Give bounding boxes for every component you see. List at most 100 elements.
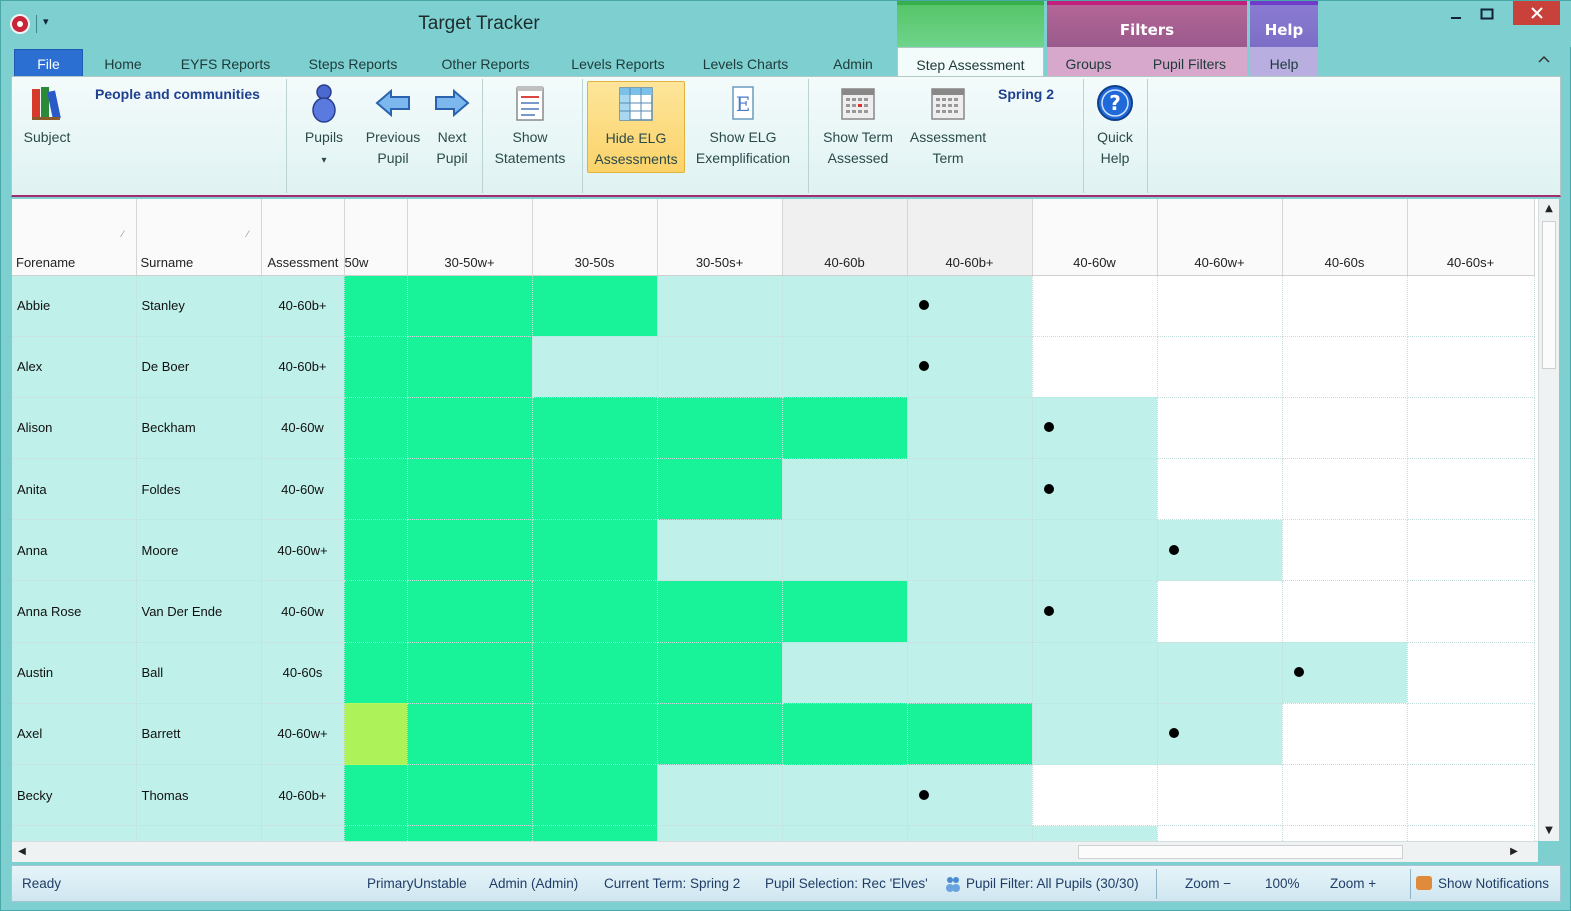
step-cell[interactable] [532, 703, 658, 766]
tab-step-assessment[interactable]: Step Assessment [897, 47, 1044, 77]
step-cell[interactable] [907, 336, 1033, 398]
step-cell[interactable] [907, 703, 1033, 766]
step-cell[interactable] [1407, 642, 1535, 704]
step-cell[interactable] [907, 580, 1033, 643]
column-header-step[interactable]: 40-60s [1282, 199, 1408, 276]
step-cell[interactable] [1032, 519, 1158, 582]
vertical-scroll-thumb[interactable] [1542, 221, 1556, 369]
column-header-step[interactable]: 40-60b [782, 199, 908, 276]
column-header-forename[interactable]: Forename ⁄ [12, 199, 137, 276]
step-cell[interactable] [1032, 764, 1158, 827]
step-cell[interactable] [344, 825, 408, 841]
step-cell[interactable] [1282, 458, 1408, 521]
tab-admin[interactable]: Admin [818, 47, 888, 77]
step-cell[interactable] [407, 825, 533, 841]
step-cell[interactable] [782, 703, 908, 766]
step-cell[interactable] [344, 275, 408, 337]
step-cell[interactable] [1282, 275, 1408, 337]
show-notifications-button[interactable]: Show Notifications [1438, 876, 1549, 891]
step-cell[interactable] [657, 825, 783, 841]
column-header-step[interactable]: 30-50w+ [407, 199, 533, 276]
column-header-assessment[interactable]: Assessment [261, 199, 345, 276]
table-row[interactable] [12, 825, 1535, 841]
scroll-left-icon[interactable]: ◀ [12, 842, 32, 862]
step-cell[interactable] [407, 336, 533, 398]
step-cell[interactable] [657, 397, 783, 460]
step-cell[interactable] [1032, 336, 1158, 398]
step-cell[interactable] [1032, 703, 1158, 766]
step-cell[interactable] [907, 825, 1033, 841]
app-logo-icon[interactable] [10, 14, 30, 34]
step-cell[interactable] [344, 336, 408, 398]
step-cell[interactable] [407, 642, 533, 704]
step-cell[interactable] [532, 642, 658, 704]
table-row[interactable]: Alison Beckham 40-60w [12, 397, 1535, 460]
quick-help-button[interactable]: ? Quick Help [1088, 81, 1142, 169]
column-header-step[interactable]: 50w [344, 199, 408, 276]
step-cell[interactable] [1282, 397, 1408, 460]
step-cell[interactable] [1407, 336, 1535, 398]
step-cell[interactable] [532, 275, 658, 337]
status-pupil-filter[interactable]: Pupil Filter: All Pupils (30/30) [966, 876, 1139, 891]
step-cell[interactable] [1407, 397, 1535, 460]
tab-levels-charts[interactable]: Levels Charts [693, 47, 798, 77]
step-cell[interactable] [1407, 764, 1535, 827]
column-header-step[interactable]: 40-60w+ [1157, 199, 1283, 276]
step-cell[interactable] [1407, 580, 1535, 643]
step-cell[interactable] [1282, 703, 1408, 766]
column-header-surname[interactable]: Surname ⁄ [136, 199, 262, 276]
step-cell[interactable] [1032, 458, 1158, 521]
step-cell[interactable] [657, 642, 783, 704]
step-cell[interactable] [407, 458, 533, 521]
step-cell[interactable] [907, 275, 1033, 337]
step-cell[interactable] [532, 519, 658, 582]
step-cell[interactable] [1157, 703, 1283, 766]
show-elg-exemplification-button[interactable]: E Show ELG Exemplification [691, 81, 795, 169]
step-cell[interactable] [1407, 275, 1535, 337]
scroll-up-icon[interactable]: ▲ [1539, 199, 1559, 219]
step-cell[interactable] [907, 458, 1033, 521]
previous-pupil-button[interactable]: Previous Pupil [361, 81, 425, 169]
step-cell[interactable] [407, 703, 533, 766]
step-cell[interactable] [782, 336, 908, 398]
horizontal-scrollbar[interactable]: ◀ ▶ [12, 841, 1538, 862]
step-cell[interactable] [782, 397, 908, 460]
step-cell[interactable] [407, 580, 533, 643]
step-cell[interactable] [344, 703, 408, 766]
step-cell[interactable] [1407, 703, 1535, 766]
quick-access-dropdown-icon[interactable]: ▾ [43, 15, 49, 28]
next-pupil-button[interactable]: Next Pupil [428, 81, 476, 169]
step-cell[interactable] [657, 703, 783, 766]
step-cell[interactable] [1157, 275, 1283, 337]
step-cell[interactable] [1282, 336, 1408, 398]
step-cell[interactable] [344, 519, 408, 582]
table-row[interactable]: Abbie Stanley 40-60b+ [12, 275, 1535, 337]
pupils-dropdown-button[interactable]: Pupils ▾ [299, 81, 349, 171]
step-cell[interactable] [344, 458, 408, 521]
column-header-step[interactable]: 30-50s [532, 199, 658, 276]
table-row[interactable]: Anna Rose Van Der Ende 40-60w [12, 580, 1535, 643]
step-cell[interactable] [782, 458, 908, 521]
step-cell[interactable] [657, 275, 783, 337]
column-header-step[interactable]: 40-60w [1032, 199, 1158, 276]
step-cell[interactable] [1282, 764, 1408, 827]
step-cell[interactable] [532, 397, 658, 460]
step-cell[interactable] [1157, 336, 1283, 398]
step-cell[interactable] [1157, 519, 1283, 582]
step-cell[interactable] [782, 580, 908, 643]
assessment-term-button[interactable]: Assessment Term [907, 81, 989, 169]
step-cell[interactable] [407, 764, 533, 827]
vertical-scrollbar[interactable]: ▲ ▼ [1538, 199, 1559, 841]
step-cell[interactable] [782, 275, 908, 337]
step-cell[interactable] [1157, 642, 1283, 704]
step-cell[interactable] [657, 519, 783, 582]
step-cell[interactable] [1032, 397, 1158, 460]
table-row[interactable]: Austin Ball 40-60s [12, 642, 1535, 704]
column-header-step[interactable]: 30-50s+ [657, 199, 783, 276]
step-cell[interactable] [532, 336, 658, 398]
step-cell[interactable] [1282, 642, 1408, 704]
step-cell[interactable] [657, 764, 783, 827]
step-cell[interactable] [1032, 580, 1158, 643]
table-row[interactable]: Axel Barrett 40-60w+ [12, 703, 1535, 766]
step-cell[interactable] [782, 764, 908, 827]
